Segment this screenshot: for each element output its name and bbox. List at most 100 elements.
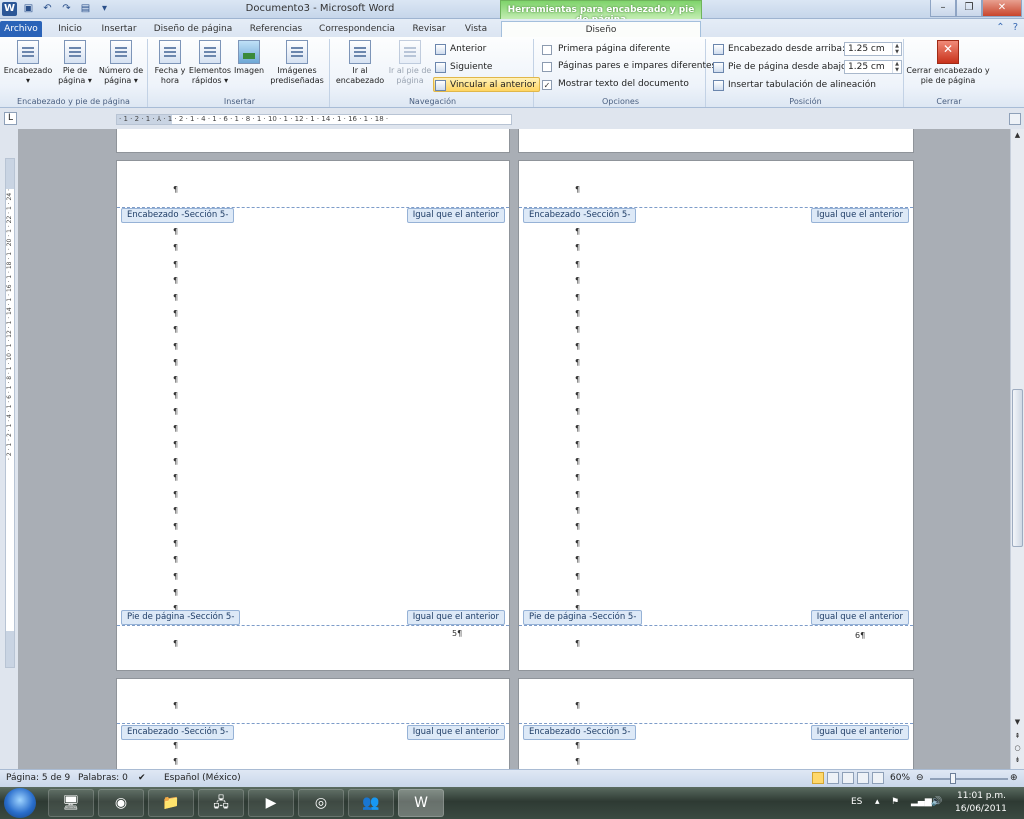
imagenes-prediseñadas-button[interactable]: Imágenes prediseñadas xyxy=(267,40,327,86)
scroll-down-icon[interactable]: ▼ xyxy=(1012,717,1023,728)
tab-diseno[interactable]: Diseño xyxy=(501,21,701,37)
next-page-icon[interactable]: ⇟ xyxy=(1012,755,1023,766)
clock-date[interactable]: 16/06/2011 xyxy=(955,804,1007,814)
zoom-slider-knob[interactable] xyxy=(950,773,956,784)
scroll-up-icon[interactable]: ▲ xyxy=(1012,130,1023,141)
ir-encabezado-button[interactable]: Ir al encabezado xyxy=(334,40,386,86)
ir-pie-button[interactable]: Ir al pie de página xyxy=(388,40,432,86)
chrome-taskbar-icon[interactable]: ◉ xyxy=(98,789,144,817)
customize-toolbar-icon[interactable]: ▾ xyxy=(97,2,112,16)
body-paragraph-marks: ¶ ¶ ¶ ¶ ¶ ¶ ¶ ¶ ¶ ¶ ¶ ¶ ¶ ¶ ¶ ¶ ¶ ¶ ¶ ¶ ¶ ¶ ¶ ¶ xyxy=(173,224,178,618)
checkbox-unchecked[interactable] xyxy=(542,62,552,72)
cerrar-encabezado-button[interactable]: Cerrar encabezado y pie de página xyxy=(906,40,990,86)
tab-insertar[interactable]: Insertar xyxy=(96,21,142,37)
page-5[interactable]: ¶ Encabezado -Sección 5- Igual que el an… xyxy=(116,160,510,671)
window-controls: – ❐ ✕ xyxy=(930,0,1022,17)
start-button-icon[interactable] xyxy=(4,788,36,818)
messenger-taskbar-icon[interactable]: 👥 xyxy=(348,789,394,817)
browse-object-icon[interactable]: ○ xyxy=(1012,743,1023,754)
fecha-hora-button[interactable]: Fecha y hora xyxy=(153,40,187,86)
pie-pagina-button[interactable]: Pie de página ▾ xyxy=(56,40,94,86)
vertical-ruler[interactable]: · 2 · 1 · 2 · 1 · 4 · 1 · 6 · 1 · 8 · 1 … xyxy=(5,158,15,668)
horizontal-ruler[interactable]: · 1 · 2 · 1 · ⅄ · 1 · 2 · 1 · 4 · 1 · 6 … xyxy=(116,114,512,125)
numero-pagina-button[interactable]: Número de página ▾ xyxy=(96,40,146,86)
network-signal-icon[interactable]: ▂▄▆ xyxy=(911,797,932,807)
checkbox-checked[interactable]: ✓ xyxy=(542,80,552,90)
tab-selector-icon[interactable]: L xyxy=(4,112,17,125)
print-preview-icon[interactable]: ▤ xyxy=(78,2,93,16)
footer-section-tag: Pie de página -Sección 5- xyxy=(121,610,241,625)
zoom-level[interactable]: 60% xyxy=(890,770,910,787)
insertar-tabulacion-button[interactable]: Insertar tabulación de alineación xyxy=(712,78,876,93)
vertical-scrollbar[interactable]: ▲ ▼ ⇞ ○ ⇟ xyxy=(1010,129,1024,769)
app-taskbar-icon[interactable]: ◎ xyxy=(298,789,344,817)
save-icon[interactable]: ▣ xyxy=(21,2,36,16)
page-7[interactable]: ¶ Encabezado -Sección 5- Igual que el an… xyxy=(116,678,510,769)
tab-vista[interactable]: Vista xyxy=(456,21,496,37)
page-4-bottom xyxy=(518,129,914,153)
mostrar-texto-checkbox[interactable]: ✓ Mostrar texto del documento xyxy=(542,78,689,92)
undo-icon[interactable]: ↶ xyxy=(40,2,55,16)
volume-icon[interactable]: 🔊 xyxy=(931,797,942,807)
anterior-button[interactable]: Anterior xyxy=(434,42,486,57)
scrollbar-thumb[interactable] xyxy=(1012,389,1023,547)
outline-icon[interactable] xyxy=(857,772,869,784)
tab-correspondencia[interactable]: Correspondencia xyxy=(314,21,400,37)
zoom-in-icon[interactable]: ⊕ xyxy=(1010,770,1018,787)
web-layout-icon[interactable] xyxy=(842,772,854,784)
imagen-button[interactable]: Imagen xyxy=(233,40,265,76)
redo-icon[interactable]: ↷ xyxy=(59,2,74,16)
word-logo-icon[interactable]: W xyxy=(2,2,17,16)
previous-page-icon[interactable]: ⇞ xyxy=(1012,731,1023,742)
zoom-slider[interactable] xyxy=(930,773,1008,784)
action-center-icon[interactable]: ⚑ xyxy=(891,797,899,807)
page-8[interactable]: ¶ Encabezado -Sección 5- Igual que el an… xyxy=(518,678,914,769)
word-count-status[interactable]: Palabras: 0 xyxy=(78,770,128,787)
header-boundary xyxy=(117,723,509,724)
minimize-icon[interactable]: – xyxy=(930,0,956,17)
siguiente-button[interactable]: Siguiente xyxy=(434,60,492,75)
show-hidden-icons-icon[interactable]: ▴ xyxy=(875,797,880,807)
primera-pagina-checkbox[interactable]: Primera página diferente xyxy=(542,43,670,57)
zoom-out-icon[interactable]: ⊖ xyxy=(916,770,924,787)
minimize-ribbon-icon[interactable]: ⌃ xyxy=(996,22,1004,33)
page-6[interactable]: ¶ Encabezado -Sección 5- Igual que el an… xyxy=(518,160,914,671)
encabezado-desde-arriba-input[interactable]: 1.25 cm ▲ ▼ xyxy=(844,42,902,56)
pares-impares-checkbox[interactable]: Páginas pares e impares diferentes xyxy=(542,60,716,74)
header-section-tag: Encabezado -Sección 5- xyxy=(523,725,637,740)
media-player-taskbar-icon[interactable]: ▶ xyxy=(248,789,294,817)
computer-taskbar-icon[interactable]: 🖥 xyxy=(48,789,94,817)
pie-desde-abajo-input[interactable]: 1.25 cm ▲ ▼ xyxy=(844,60,902,74)
ruler-row: L · 1 · 2 · 1 · ⅄ · 1 · 2 · 1 · 4 · 1 · … xyxy=(0,109,1024,129)
word-taskbar-icon[interactable]: W xyxy=(398,789,444,817)
language-status[interactable]: Español (México) xyxy=(164,770,241,787)
view-ruler-icon[interactable] xyxy=(1009,113,1021,125)
input-language[interactable]: ES xyxy=(851,797,862,807)
explorer-taskbar-icon[interactable]: 📁 xyxy=(148,789,194,817)
tab-inicio[interactable]: Inicio xyxy=(48,21,92,37)
page-count-status[interactable]: Página: 5 de 9 xyxy=(6,770,70,787)
proofing-icon[interactable]: ✔ xyxy=(138,770,146,787)
restore-icon[interactable]: ❐ xyxy=(956,0,982,17)
page-number: 5¶ xyxy=(452,629,463,638)
footer-icon xyxy=(64,40,86,64)
paragraph-mark: ¶ xyxy=(575,757,581,766)
group-position: Encabezado desde arriba: 1.25 cm ▲ ▼ Pie … xyxy=(708,39,904,107)
tab-diseno-pagina[interactable]: Diseño de página xyxy=(148,21,238,37)
spinner-arrows-icon[interactable]: ▲ ▼ xyxy=(892,61,901,73)
elementos-rapidos-button[interactable]: Elementos rápidos ▾ xyxy=(187,40,233,86)
full-screen-reading-icon[interactable] xyxy=(827,772,839,784)
clock-time[interactable]: 11:01 p.m. xyxy=(957,791,1006,801)
print-layout-icon[interactable] xyxy=(812,772,824,784)
tab-referencias[interactable]: Referencias xyxy=(244,21,308,37)
draft-icon[interactable] xyxy=(872,772,884,784)
checkbox-unchecked[interactable] xyxy=(542,45,552,55)
tab-archivo[interactable]: Archivo xyxy=(0,21,42,37)
encabezado-button[interactable]: Encabezado ▾ xyxy=(2,40,54,86)
vincular-anterior-button[interactable]: Vincular al anterior xyxy=(433,77,540,92)
close-icon[interactable]: ✕ xyxy=(982,0,1022,17)
tab-revisar[interactable]: Revisar xyxy=(406,21,452,37)
network-taskbar-icon[interactable]: 🖧 xyxy=(198,789,244,817)
spinner-arrows-icon[interactable]: ▲ ▼ xyxy=(892,43,901,55)
help-icon[interactable]: ? xyxy=(1013,22,1018,33)
